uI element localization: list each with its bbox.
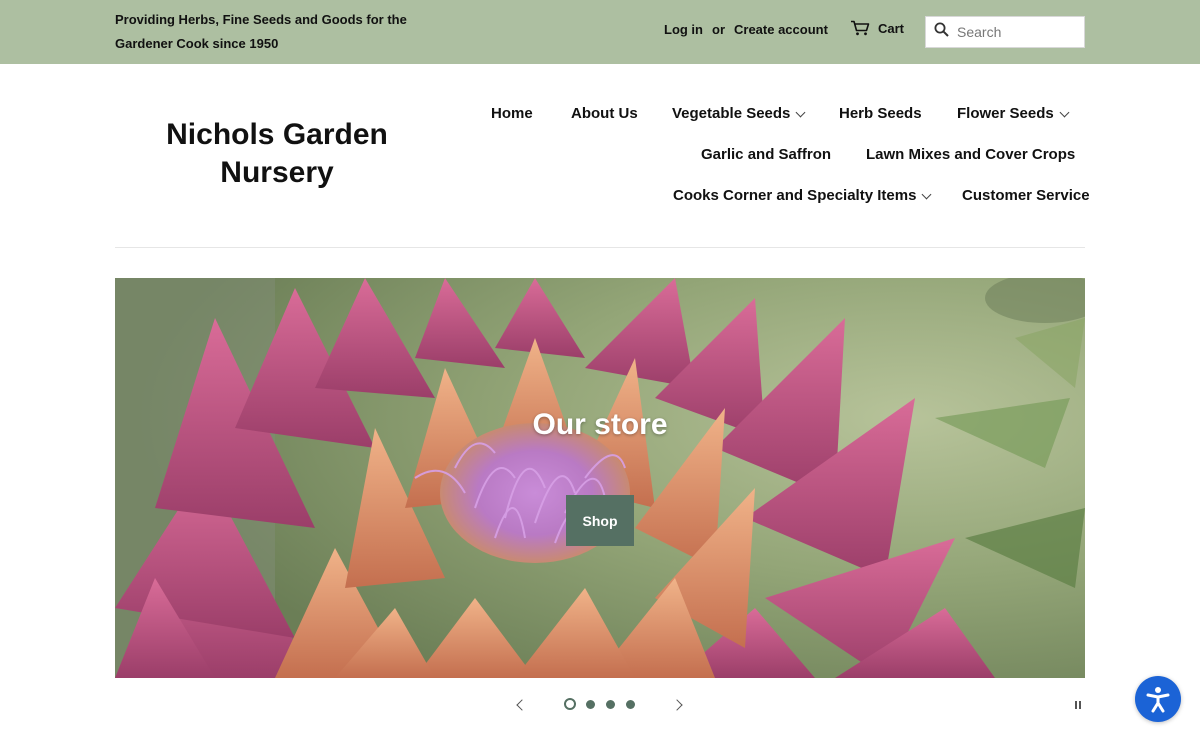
- nav-item-label: Herb Seeds: [839, 105, 922, 122]
- nav-item-label: Garlic and Saffron: [701, 146, 832, 163]
- nav-item-label: About Us: [571, 105, 638, 122]
- account-links: Log in or Create account: [664, 22, 828, 37]
- nav-item-customer-service[interactable]: Customer Service: [962, 187, 1090, 204]
- shop-button[interactable]: Shop: [566, 495, 634, 546]
- nav-item-label: Vegetable Seeds: [672, 105, 791, 122]
- logo-line-1: Nichols Garden: [166, 118, 388, 151]
- slideshow-dot-3[interactable]: [606, 700, 615, 709]
- nav-item-home[interactable]: Home: [491, 105, 533, 122]
- chevron-down-icon: [795, 107, 806, 117]
- nav-item-about-us[interactable]: About Us: [571, 105, 638, 122]
- hero-title: Our store: [532, 408, 668, 441]
- slideshow-dot-2[interactable]: [586, 700, 595, 709]
- nav-item-label: Home: [491, 105, 533, 122]
- nav-item-cooks-corner[interactable]: Cooks Corner and Specialty Items: [673, 187, 932, 204]
- chevron-right-icon: [671, 699, 683, 711]
- chevron-left-icon: [516, 699, 528, 711]
- slideshow-dot-1[interactable]: [564, 698, 576, 710]
- search-icon[interactable]: [934, 22, 949, 42]
- pause-icon-bar: [1079, 701, 1081, 709]
- hero-image-artichoke-flower: [115, 278, 1085, 678]
- accessibility-button[interactable]: [1135, 676, 1181, 722]
- hero-slideshow: Our store Shop: [115, 278, 1085, 678]
- search-box: [925, 16, 1085, 48]
- nav-item-label: Cooks Corner and Specialty Items: [673, 187, 917, 204]
- header-divider: [115, 247, 1085, 248]
- nav-item-herb-seeds[interactable]: Herb Seeds: [839, 105, 922, 122]
- announcement-bar: Providing Herbs, Fine Seeds and Goods fo…: [0, 0, 1200, 64]
- nav-item-label: Lawn Mixes and Cover Crops: [866, 146, 1076, 163]
- slideshow-prev-button[interactable]: [514, 698, 528, 712]
- cart-link[interactable]: Cart: [850, 20, 904, 36]
- login-link[interactable]: Log in: [664, 22, 703, 37]
- chevron-down-icon: [1059, 107, 1070, 117]
- create-account-link[interactable]: Create account: [734, 22, 828, 37]
- chevron-down-icon: [921, 189, 932, 199]
- site-tagline: Providing Herbs, Fine Seeds and Goods fo…: [115, 12, 407, 51]
- slideshow-dot-4[interactable]: [626, 700, 635, 709]
- nav-item-label: Flower Seeds: [957, 105, 1054, 122]
- nav-item-lawn-mixes[interactable]: Lawn Mixes and Cover Crops: [866, 146, 1075, 163]
- search-input[interactable]: [957, 24, 1072, 40]
- cart-icon: [850, 20, 870, 36]
- nav-item-garlic-and-saffron[interactable]: Garlic and Saffron: [701, 146, 831, 163]
- pause-icon: [1075, 701, 1077, 709]
- nav-item-vegetable-seeds[interactable]: Vegetable Seeds: [672, 105, 806, 122]
- logo-line-2: Nursery: [220, 156, 334, 189]
- or-separator: or: [712, 22, 725, 37]
- slideshow-next-button[interactable]: [671, 698, 686, 712]
- nav-item-flower-seeds[interactable]: Flower Seeds: [957, 105, 1070, 122]
- slideshow-pause-button[interactable]: [1074, 701, 1083, 710]
- nav-item-label: Customer Service: [962, 187, 1090, 204]
- site-logo[interactable]: Nichols Garden Nursery: [150, 116, 404, 192]
- accessibility-icon: [1146, 687, 1170, 713]
- cart-label: Cart: [878, 20, 905, 36]
